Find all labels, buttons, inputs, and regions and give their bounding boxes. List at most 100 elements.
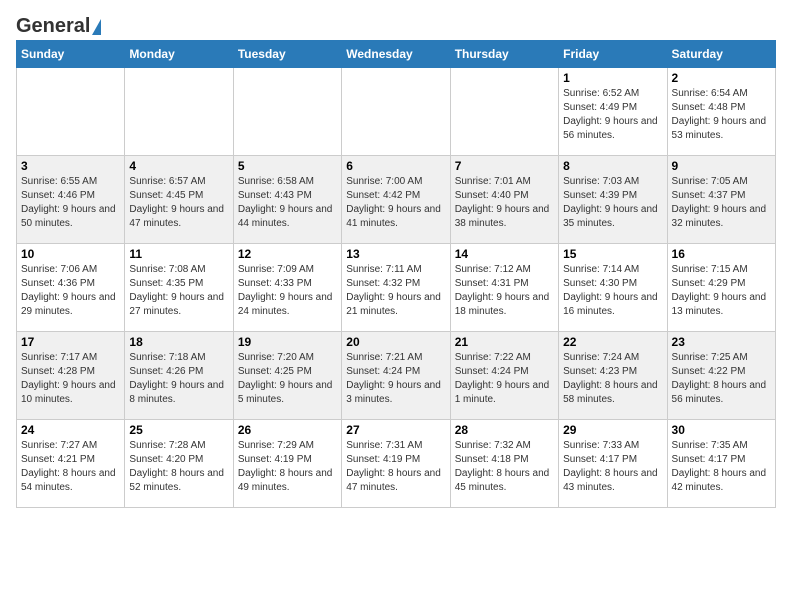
calendar-cell: 12Sunrise: 7:09 AM Sunset: 4:33 PM Dayli… [233, 244, 341, 332]
day-number: 10 [21, 247, 120, 261]
day-info: Sunrise: 6:55 AM Sunset: 4:46 PM Dayligh… [21, 175, 120, 231]
calendar-cell: 7 Sunrise: 7:01 AM Sunset: 4:40 PM Daylig… [450, 156, 558, 244]
calendar-cell: 24 Sunrise: 7:27 AM Sunset: 4:21 PM Dayli… [17, 420, 125, 508]
day-number: 6 [346, 159, 445, 173]
calendar-cell: 5 Sunrise: 6:58 AM Sunset: 4:43 PM Daylig… [233, 156, 341, 244]
day-number: 27 [346, 423, 445, 437]
calendar-cell: 16 Sunrise: 7:15 AM Sunset: 4:29 PM Dayli… [667, 244, 775, 332]
calendar-cell: 9 Sunrise: 7:05 AM Sunset: 4:37 PM Daylig… [667, 156, 775, 244]
day-number: 19 [238, 335, 337, 349]
day-number: 2 [672, 71, 771, 85]
calendar-cell: 28 Sunrise: 7:32 AM Sunset: 4:18 PM Dayli… [450, 420, 558, 508]
day-header: Sunday [17, 41, 125, 68]
calendar-cell: 22 Sunrise: 7:24 AM Sunset: 4:23 PM Dayli… [559, 332, 667, 420]
day-number: 7 [455, 159, 554, 173]
calendar-cell: 13 Sunrise: 7:11 AM Sunset: 4:32 PM Dayli… [342, 244, 450, 332]
calendar-cell: 10 Sunrise: 7:06 AM Sunset: 4:36 PM Dayli… [17, 244, 125, 332]
calendar-cell: 11 Sunrise: 7:08 AM Sunset: 4:35 PM Dayli… [125, 244, 233, 332]
calendar-cell: 19 Sunrise: 7:20 AM Sunset: 4:25 PM Dayli… [233, 332, 341, 420]
day-header: Tuesday [233, 41, 341, 68]
day-info: Sunrise: 7:32 AM Sunset: 4:18 PM Dayligh… [455, 439, 554, 495]
calendar-cell: 20 Sunrise: 7:21 AM Sunset: 4:24 PM Dayli… [342, 332, 450, 420]
logo-general: General [16, 16, 90, 36]
calendar-cell: 30 Sunrise: 7:35 AM Sunset: 4:17 PM Dayli… [667, 420, 775, 508]
day-number: 13 [346, 247, 445, 261]
day-info: Sunrise: 7:03 AM Sunset: 4:39 PM Dayligh… [563, 175, 662, 231]
day-info: Sunrise: 7:01 AM Sunset: 4:40 PM Dayligh… [455, 175, 554, 231]
day-info: Sunrise: 7:15 AM Sunset: 4:29 PM Dayligh… [672, 263, 771, 319]
day-info: Sunrise: 7:35 AM Sunset: 4:17 PM Dayligh… [672, 439, 771, 495]
calendar-cell: 25 Sunrise: 7:28 AM Sunset: 4:20 PM Dayli… [125, 420, 233, 508]
calendar-cell: 27 Sunrise: 7:31 AM Sunset: 4:19 PM Dayli… [342, 420, 450, 508]
day-info: Sunrise: 7:20 AM Sunset: 4:25 PM Dayligh… [238, 351, 337, 407]
calendar-cell: 4 Sunrise: 6:57 AM Sunset: 4:45 PM Daylig… [125, 156, 233, 244]
day-info: Sunrise: 7:27 AM Sunset: 4:21 PM Dayligh… [21, 439, 120, 495]
day-info: Sunrise: 7:00 AM Sunset: 4:42 PM Dayligh… [346, 175, 445, 231]
day-number: 5 [238, 159, 337, 173]
day-number: 9 [672, 159, 771, 173]
calendar-cell: 8 Sunrise: 7:03 AM Sunset: 4:39 PM Daylig… [559, 156, 667, 244]
day-header: Thursday [450, 41, 558, 68]
day-info: Sunrise: 6:58 AM Sunset: 4:43 PM Dayligh… [238, 175, 337, 231]
day-number: 26 [238, 423, 337, 437]
day-info: Sunrise: 7:08 AM Sunset: 4:35 PM Dayligh… [129, 263, 228, 319]
day-info: Sunrise: 7:25 AM Sunset: 4:22 PM Dayligh… [672, 351, 771, 407]
day-info: Sunrise: 7:17 AM Sunset: 4:28 PM Dayligh… [21, 351, 120, 407]
day-header: Saturday [667, 41, 775, 68]
day-info: Sunrise: 7:29 AM Sunset: 4:19 PM Dayligh… [238, 439, 337, 495]
day-info: Sunrise: 7:31 AM Sunset: 4:19 PM Dayligh… [346, 439, 445, 495]
day-info: Sunrise: 7:14 AM Sunset: 4:30 PM Dayligh… [563, 263, 662, 319]
day-info: Sunrise: 7:28 AM Sunset: 4:20 PM Dayligh… [129, 439, 228, 495]
calendar-cell: 26 Sunrise: 7:29 AM Sunset: 4:19 PM Dayli… [233, 420, 341, 508]
day-number: 20 [346, 335, 445, 349]
calendar-cell: 3 Sunrise: 6:55 AM Sunset: 4:46 PM Daylig… [17, 156, 125, 244]
day-header: Wednesday [342, 41, 450, 68]
day-number: 14 [455, 247, 554, 261]
calendar-cell: 1 Sunrise: 6:52 AM Sunset: 4:49 PM Daylig… [559, 68, 667, 156]
day-number: 22 [563, 335, 662, 349]
calendar-cell [342, 68, 450, 156]
day-number: 29 [563, 423, 662, 437]
day-number: 18 [129, 335, 228, 349]
day-info: Sunrise: 7:22 AM Sunset: 4:24 PM Dayligh… [455, 351, 554, 407]
day-number: 23 [672, 335, 771, 349]
calendar-cell: 21Sunrise: 7:22 AM Sunset: 4:24 PM Dayli… [450, 332, 558, 420]
day-info: Sunrise: 7:11 AM Sunset: 4:32 PM Dayligh… [346, 263, 445, 319]
day-number: 30 [672, 423, 771, 437]
day-info: Sunrise: 7:18 AM Sunset: 4:26 PM Dayligh… [129, 351, 228, 407]
calendar-cell: 2Sunrise: 6:54 AM Sunset: 4:48 PM Daylig… [667, 68, 775, 156]
logo-triangle-icon [92, 19, 101, 35]
day-number: 4 [129, 159, 228, 173]
calendar-cell: 15 Sunrise: 7:14 AM Sunset: 4:30 PM Dayli… [559, 244, 667, 332]
calendar-cell: 18 Sunrise: 7:18 AM Sunset: 4:26 PM Dayli… [125, 332, 233, 420]
day-info: Sunrise: 7:24 AM Sunset: 4:23 PM Dayligh… [563, 351, 662, 407]
day-info: Sunrise: 6:52 AM Sunset: 4:49 PM Dayligh… [563, 87, 662, 143]
day-number: 17 [21, 335, 120, 349]
day-number: 12 [238, 247, 337, 261]
day-header: Monday [125, 41, 233, 68]
day-number: 8 [563, 159, 662, 173]
day-info: Sunrise: 7:05 AM Sunset: 4:37 PM Dayligh… [672, 175, 771, 231]
day-number: 1 [563, 71, 662, 85]
day-info: Sunrise: 7:06 AM Sunset: 4:36 PM Dayligh… [21, 263, 120, 319]
calendar-cell: 29 Sunrise: 7:33 AM Sunset: 4:17 PM Dayli… [559, 420, 667, 508]
logo: General [16, 16, 101, 34]
calendar-cell: 14 Sunrise: 7:12 AM Sunset: 4:31 PM Dayli… [450, 244, 558, 332]
day-number: 28 [455, 423, 554, 437]
day-number: 25 [129, 423, 228, 437]
day-number: 15 [563, 247, 662, 261]
calendar-cell: 23 Sunrise: 7:25 AM Sunset: 4:22 PM Dayli… [667, 332, 775, 420]
day-header: Friday [559, 41, 667, 68]
calendar-cell: 17 Sunrise: 7:17 AM Sunset: 4:28 PM Dayli… [17, 332, 125, 420]
day-info: Sunrise: 7:21 AM Sunset: 4:24 PM Dayligh… [346, 351, 445, 407]
calendar-cell: 6 Sunrise: 7:00 AM Sunset: 4:42 PM Daylig… [342, 156, 450, 244]
day-number: 16 [672, 247, 771, 261]
day-number: 3 [21, 159, 120, 173]
day-info: Sunrise: 6:57 AM Sunset: 4:45 PM Dayligh… [129, 175, 228, 231]
day-info: Sunrise: 7:12 AM Sunset: 4:31 PM Dayligh… [455, 263, 554, 319]
calendar-cell [233, 68, 341, 156]
day-info: Sunrise: 7:33 AM Sunset: 4:17 PM Dayligh… [563, 439, 662, 495]
calendar-cell [17, 68, 125, 156]
day-number: 11 [129, 247, 228, 261]
day-number: 24 [21, 423, 120, 437]
